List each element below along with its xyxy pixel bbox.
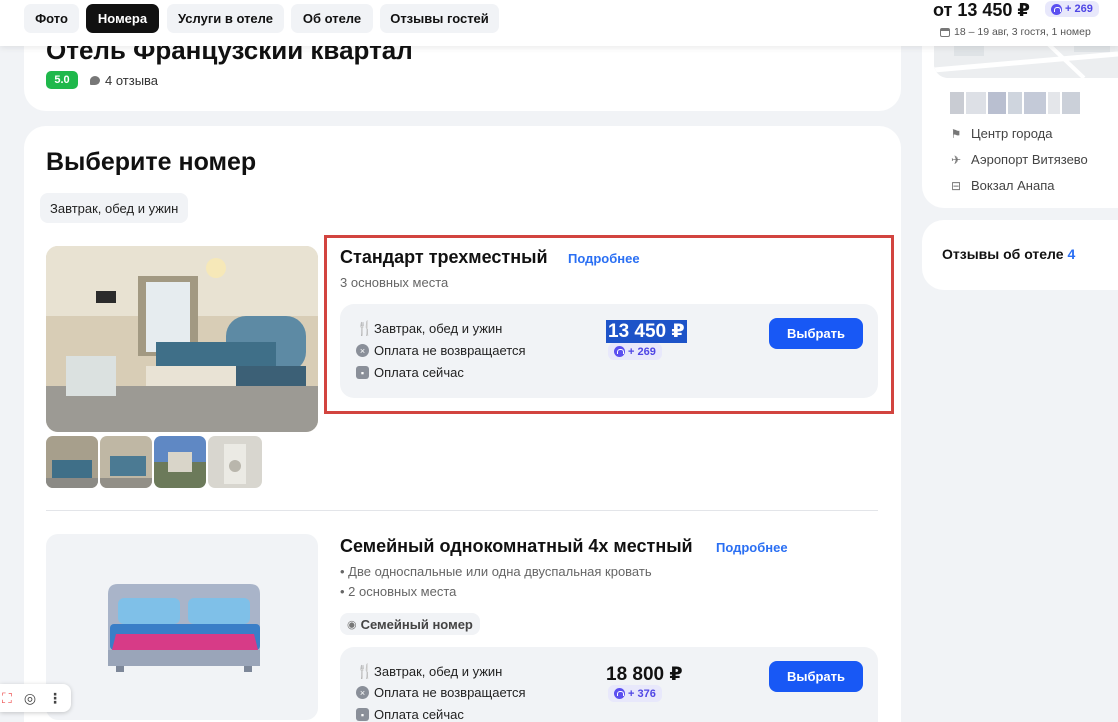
tab-about-hotel[interactable]: Об отеле — [291, 4, 373, 33]
room-photo-main[interactable] — [46, 246, 318, 432]
room-photo-image — [46, 246, 318, 432]
meal-label: Завтрак, обед и ужин — [374, 664, 503, 679]
tab-photos[interactable]: Фото — [24, 4, 79, 33]
more-vertical-icon[interactable]: ⋮ — [48, 690, 62, 707]
room-bed-info: • Две односпальные или одна двуспальная … — [340, 564, 652, 579]
room-thumb-image — [208, 436, 262, 488]
room-thumb-image — [100, 436, 152, 488]
payment-feature: ▪ Оплата сейчас — [356, 365, 464, 380]
bonus-badge: + 376 — [608, 685, 662, 702]
family-room-tag: ◉ Семейный номер — [340, 613, 480, 635]
expand-icon[interactable]: ⛶ — [2, 690, 12, 707]
camera-icon[interactable]: ◎ — [24, 690, 36, 707]
room-details-link[interactable]: Подробнее — [716, 540, 788, 555]
payment-label: Оплата сейчас — [374, 365, 464, 380]
blur-block — [1062, 92, 1080, 114]
room-thumb-image — [46, 436, 98, 488]
family-room-label: Семейный номер — [360, 616, 473, 632]
select-room-button[interactable]: Выбрать — [769, 661, 863, 692]
place-label: Вокзал Анапа — [971, 178, 1055, 193]
room-thumb-1[interactable] — [46, 436, 98, 488]
room-name: Семейный однокомнатный 4х местный — [340, 536, 693, 556]
rating-badge: 5.0 — [46, 71, 78, 89]
wallet-icon: ▪ — [356, 366, 369, 379]
payment-label: Оплата сейчас — [374, 707, 464, 722]
tab-guest-reviews[interactable]: Отзывы гостей — [380, 4, 499, 33]
calendar-icon — [940, 27, 950, 37]
header-bonus-badge: + 269 — [1045, 1, 1099, 17]
bonus-label: + 269 — [628, 345, 656, 358]
room-details-link[interactable]: Подробнее — [568, 251, 640, 266]
sticky-nav: Фото Номера Услуги в отеле Об отеле Отзы… — [0, 0, 1118, 46]
room-photo-main[interactable] — [46, 534, 318, 720]
reviews-card-count: 4 — [1067, 246, 1076, 262]
meal-label: Завтрак, обед и ужин — [374, 321, 503, 336]
payment-feature: ▪ Оплата сейчас — [356, 707, 464, 722]
address-blurred — [950, 92, 1110, 114]
tab-hotel-services[interactable]: Услуги в отеле — [167, 4, 284, 33]
family-icon: ◉ — [347, 618, 357, 631]
cutlery-icon: 🍴 — [356, 320, 374, 336]
room-thumb-2[interactable] — [100, 436, 152, 488]
tab-rooms[interactable]: Номера — [86, 4, 159, 33]
blur-block — [988, 92, 1006, 114]
refund-label: Оплата не возвращается — [374, 343, 526, 358]
room-thumb-4[interactable] — [208, 436, 262, 488]
blur-block — [1048, 92, 1060, 114]
booking-dates-label: 18 – 19 авг, 3 гостя, 1 номер — [954, 26, 1091, 38]
reviews-card-title: Отзывы об отеле 4 — [942, 246, 1075, 262]
reviews-card-label: Отзывы об отеле — [942, 246, 1064, 262]
flag-icon: ⚑ — [950, 126, 962, 141]
blur-block — [1008, 92, 1022, 114]
bonus-badge: + 269 — [608, 343, 662, 360]
bonus-label: + 376 — [628, 687, 656, 700]
blur-block — [966, 92, 986, 114]
room-capacity: • 2 основных места — [340, 584, 457, 599]
booking-dates[interactable]: 18 – 19 авг, 3 гостя, 1 номер — [940, 26, 1091, 38]
reviews-link[interactable]: 4 отзыва — [90, 71, 158, 89]
place-airport: ✈ Аэропорт Витязево — [950, 152, 1088, 167]
wallet-icon: ▪ — [356, 708, 369, 721]
bonus-icon — [1051, 3, 1062, 15]
refund-feature: × Оплата не возвращается — [356, 343, 526, 358]
header-bonus-label: + 269 — [1065, 3, 1093, 15]
refund-feature: × Оплата не возвращается — [356, 685, 526, 700]
place-label: Аэропорт Витязево — [971, 152, 1088, 167]
room-thumb-3[interactable] — [154, 436, 206, 488]
header-price: от 13 450 ₽ — [933, 0, 1030, 20]
meal-feature: 🍴 Завтрак, обед и ужин — [356, 320, 502, 337]
meal-feature: 🍴 Завтрак, обед и ужин — [356, 663, 502, 680]
place-city-center: ⚑ Центр города — [950, 126, 1053, 141]
bonus-icon — [614, 688, 625, 699]
no-refund-icon: × — [356, 686, 369, 699]
select-room-button[interactable]: Выбрать — [769, 318, 863, 349]
airplane-icon: ✈ — [950, 152, 962, 167]
room-thumb-image — [154, 436, 206, 488]
place-label: Центр города — [971, 126, 1053, 141]
blur-block — [950, 92, 964, 114]
comment-icon — [90, 75, 100, 85]
place-station: ⊟ Вокзал Анапа — [950, 178, 1055, 193]
reviews-count-label: 4 отзыва — [105, 72, 159, 88]
room-capacity: 3 основных места — [340, 275, 449, 290]
cutlery-icon: 🍴 — [356, 663, 374, 679]
train-icon: ⊟ — [950, 178, 962, 193]
no-refund-icon: × — [356, 344, 369, 357]
rooms-section-title: Выберите номер — [46, 148, 257, 176]
meal-filter-chip[interactable]: Завтрак, обед и ужин — [40, 193, 189, 223]
floating-toolbar: ⛶ ◎ ⋮ — [0, 684, 71, 712]
bed-illustration — [108, 584, 260, 672]
room-price: 13 450 ₽ — [606, 320, 687, 343]
blur-block — [1024, 92, 1046, 114]
room-price: 18 800 ₽ — [606, 664, 683, 685]
room-divider — [46, 510, 878, 511]
bonus-icon — [614, 346, 625, 357]
room-name: Стандарт трехместный — [340, 247, 548, 267]
refund-label: Оплата не возвращается — [374, 685, 526, 700]
